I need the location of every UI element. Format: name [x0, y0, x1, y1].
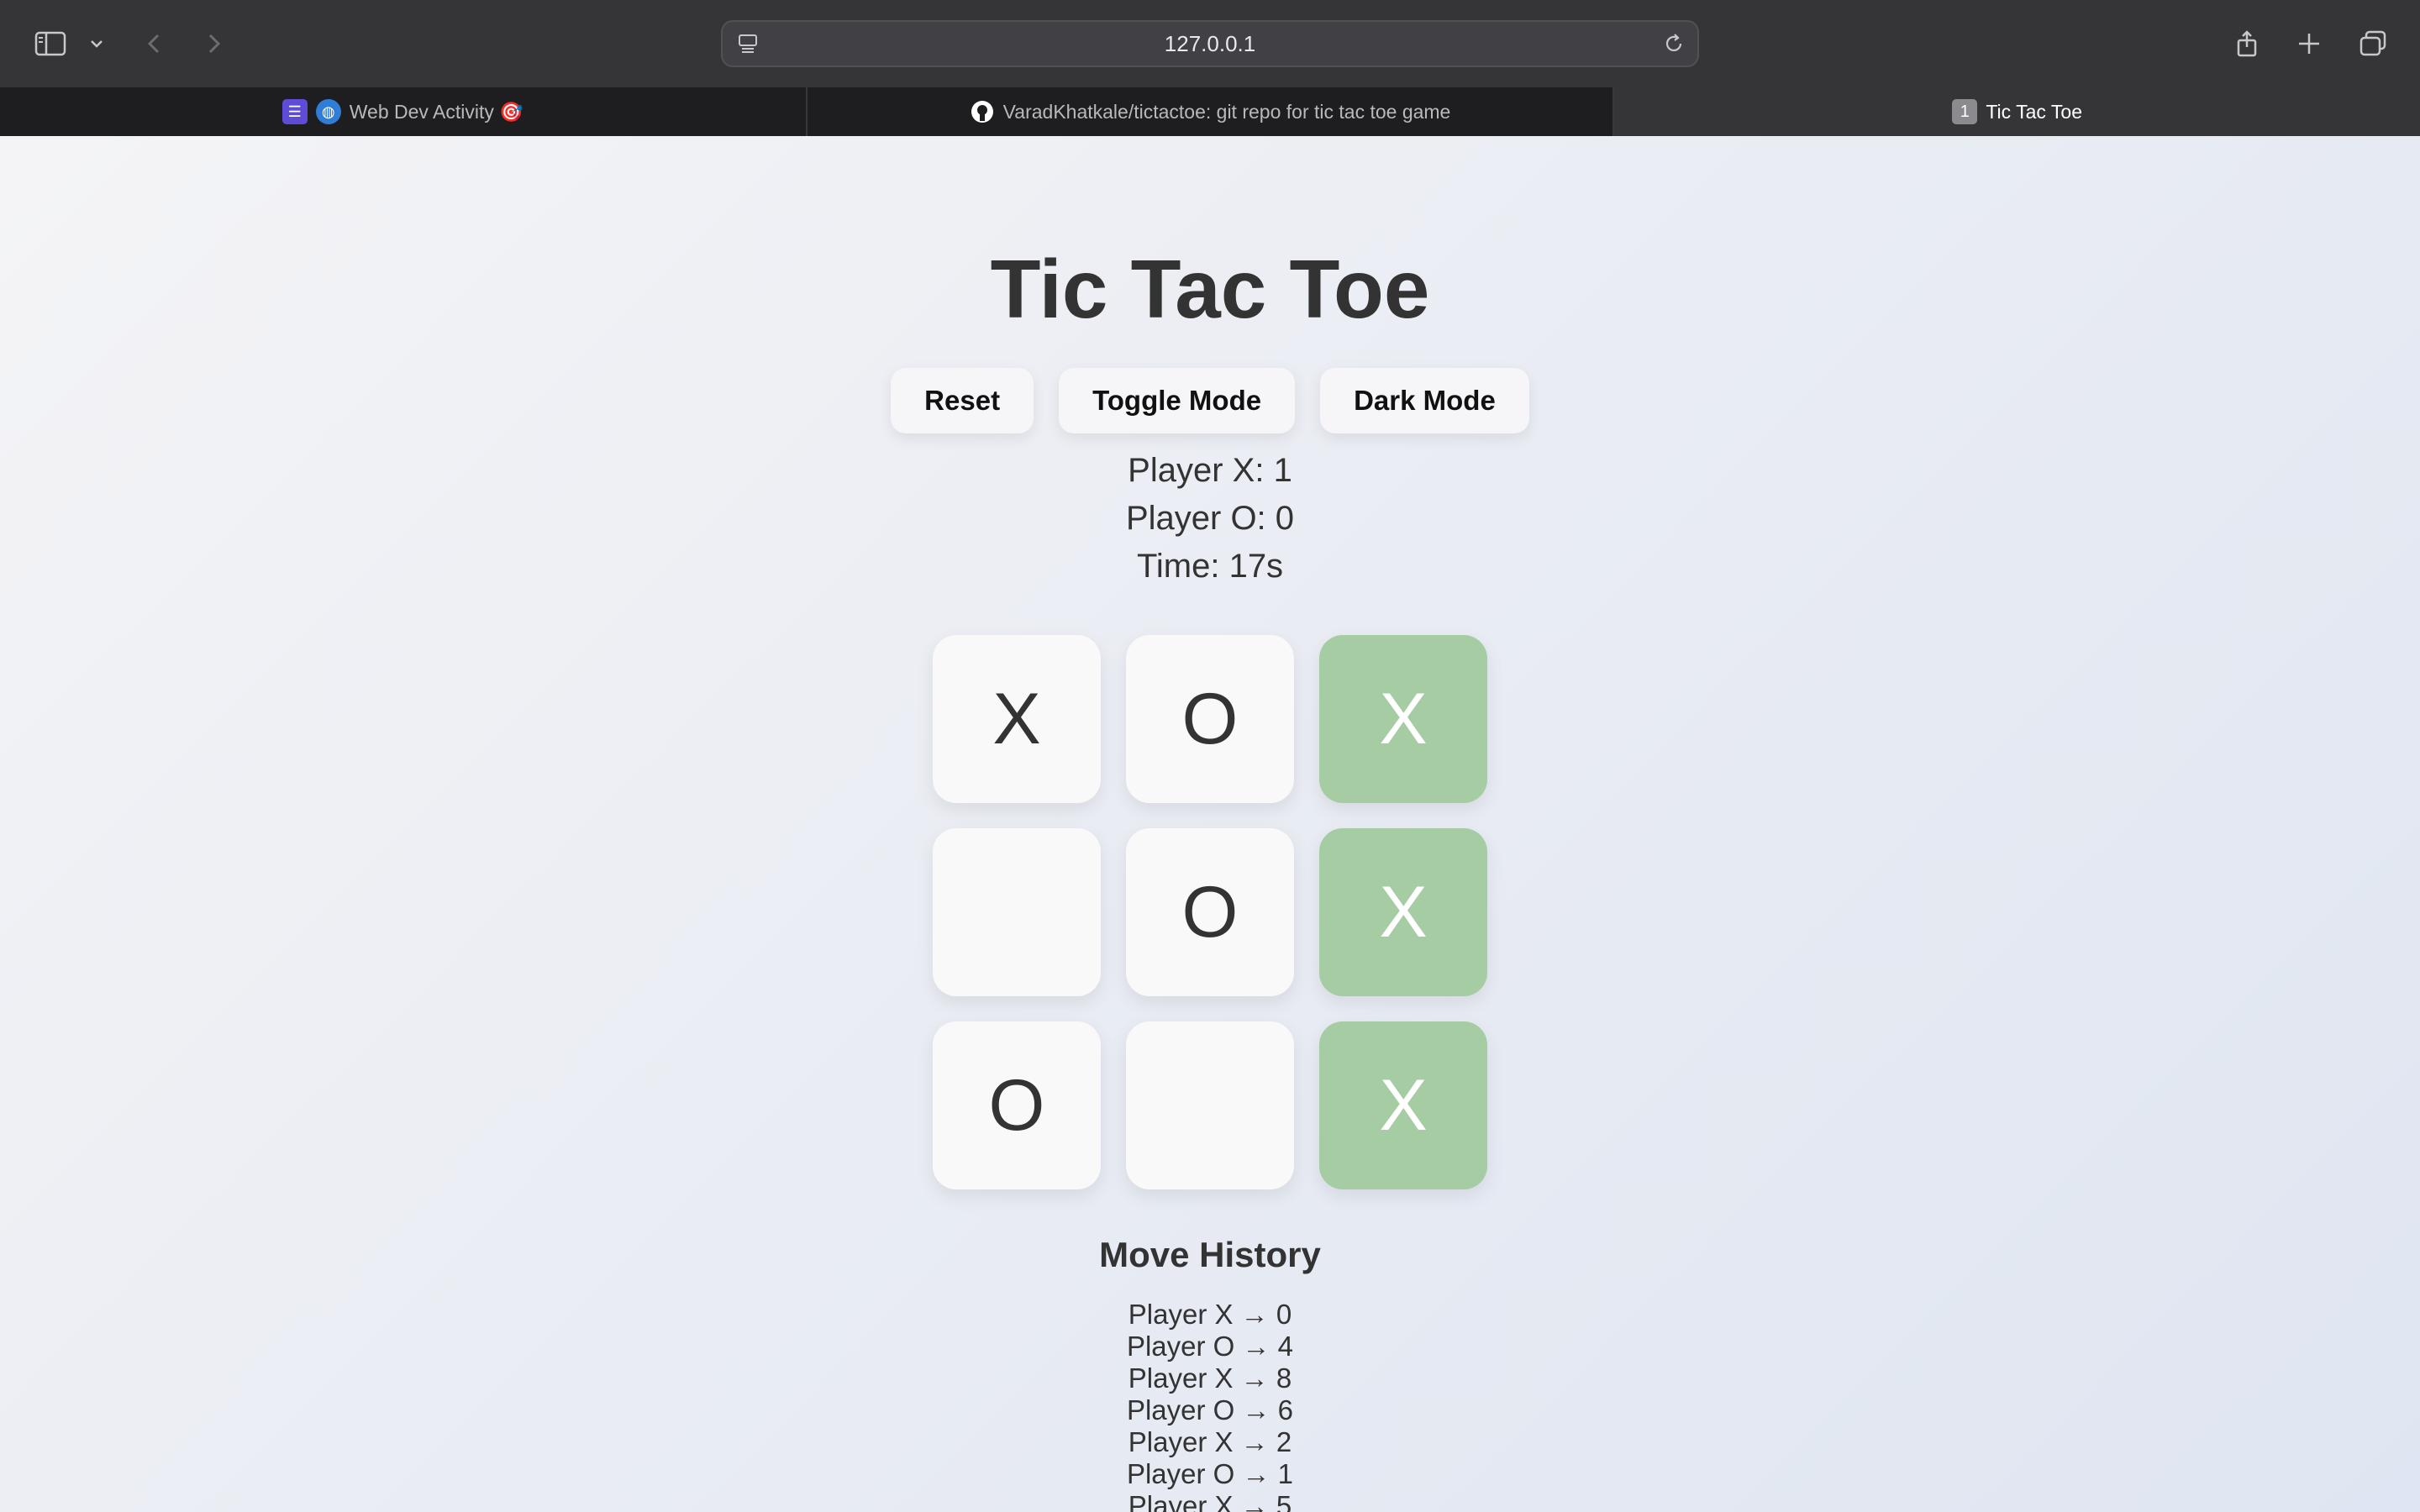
- browser-toolbar: 127.0.0.1: [0, 0, 2420, 87]
- list-item: Player X → 5: [1128, 1490, 1292, 1512]
- new-tab-icon[interactable]: [2292, 27, 2326, 60]
- page-content: Tic Tac Toe Reset Toggle Mode Dark Mode …: [0, 136, 2420, 1512]
- board-cell-4[interactable]: O: [1126, 828, 1294, 996]
- move-history-list: Player X → 0 Player O → 4 Player X → 8 P…: [0, 1299, 2420, 1512]
- page-title: Tic Tac Toe: [990, 243, 1430, 335]
- site-settings-icon[interactable]: [734, 30, 761, 57]
- tab-label: Tic Tac Toe: [1986, 100, 2082, 123]
- board-cell-1[interactable]: O: [1126, 635, 1294, 803]
- tab-tic-tac-toe[interactable]: 1 Tic Tac Toe: [1614, 87, 2420, 136]
- board-cell-8[interactable]: X: [1319, 1021, 1487, 1189]
- back-icon[interactable]: [138, 27, 171, 60]
- board-cell-6[interactable]: O: [933, 1021, 1101, 1189]
- list-icon: ☰: [281, 99, 308, 124]
- control-buttons: Reset Toggle Mode Dark Mode: [0, 368, 2420, 433]
- board-cell-2[interactable]: X: [1319, 635, 1487, 803]
- forward-icon[interactable]: [197, 27, 230, 60]
- board-cell-3[interactable]: [933, 828, 1101, 996]
- tab-badge: 1: [1952, 99, 1978, 124]
- url-text: 127.0.0.1: [1164, 30, 1256, 56]
- dark-mode-button[interactable]: Dark Mode: [1320, 368, 1529, 433]
- list-item: Player X → 2: [1128, 1426, 1292, 1457]
- chevron-down-icon[interactable]: [84, 27, 109, 60]
- tab-web-dev-activity[interactable]: ☰ ◍ Web Dev Activity 🎯: [0, 87, 808, 136]
- board-cell-5[interactable]: X: [1319, 828, 1487, 996]
- list-item: Player X → 8: [1128, 1362, 1292, 1394]
- move-history-title: Move History: [1099, 1235, 1321, 1274]
- github-icon: [970, 99, 995, 124]
- board-cell-0[interactable]: X: [933, 635, 1101, 803]
- share-icon[interactable]: [2230, 27, 2264, 60]
- game-board: X O X O X O X: [933, 635, 1487, 1189]
- list-item: Player O → 4: [1126, 1331, 1294, 1362]
- tab-overview-icon[interactable]: [2356, 27, 2390, 60]
- globe-icon: ◍: [315, 99, 341, 124]
- tab-label: Web Dev Activity 🎯: [349, 100, 523, 123]
- list-item: Player O → 1: [1126, 1458, 1294, 1489]
- address-bar[interactable]: 127.0.0.1: [721, 20, 1699, 67]
- reset-button[interactable]: Reset: [891, 368, 1034, 433]
- score-x: Player X: 1: [1128, 452, 1292, 489]
- board-cell-7[interactable]: [1126, 1021, 1294, 1189]
- list-item: Player X → 0: [1128, 1299, 1292, 1330]
- tab-github-repo[interactable]: VaradKhatkale/tictactoe: git repo for ti…: [808, 87, 1615, 136]
- toggle-mode-button[interactable]: Toggle Mode: [1059, 368, 1296, 433]
- reload-icon[interactable]: [1660, 30, 1687, 57]
- timer: Time: 17s: [1136, 548, 1284, 585]
- sidebar-toggle-icon[interactable]: [34, 27, 67, 60]
- tab-label: VaradKhatkale/tictactoe: git repo for ti…: [1002, 100, 1451, 123]
- score-o: Player O: 0: [1125, 500, 1295, 537]
- list-item: Player O → 6: [1126, 1394, 1294, 1425]
- tab-bar: ☰ ◍ Web Dev Activity 🎯 VaradKhatkale/tic…: [0, 87, 2420, 136]
